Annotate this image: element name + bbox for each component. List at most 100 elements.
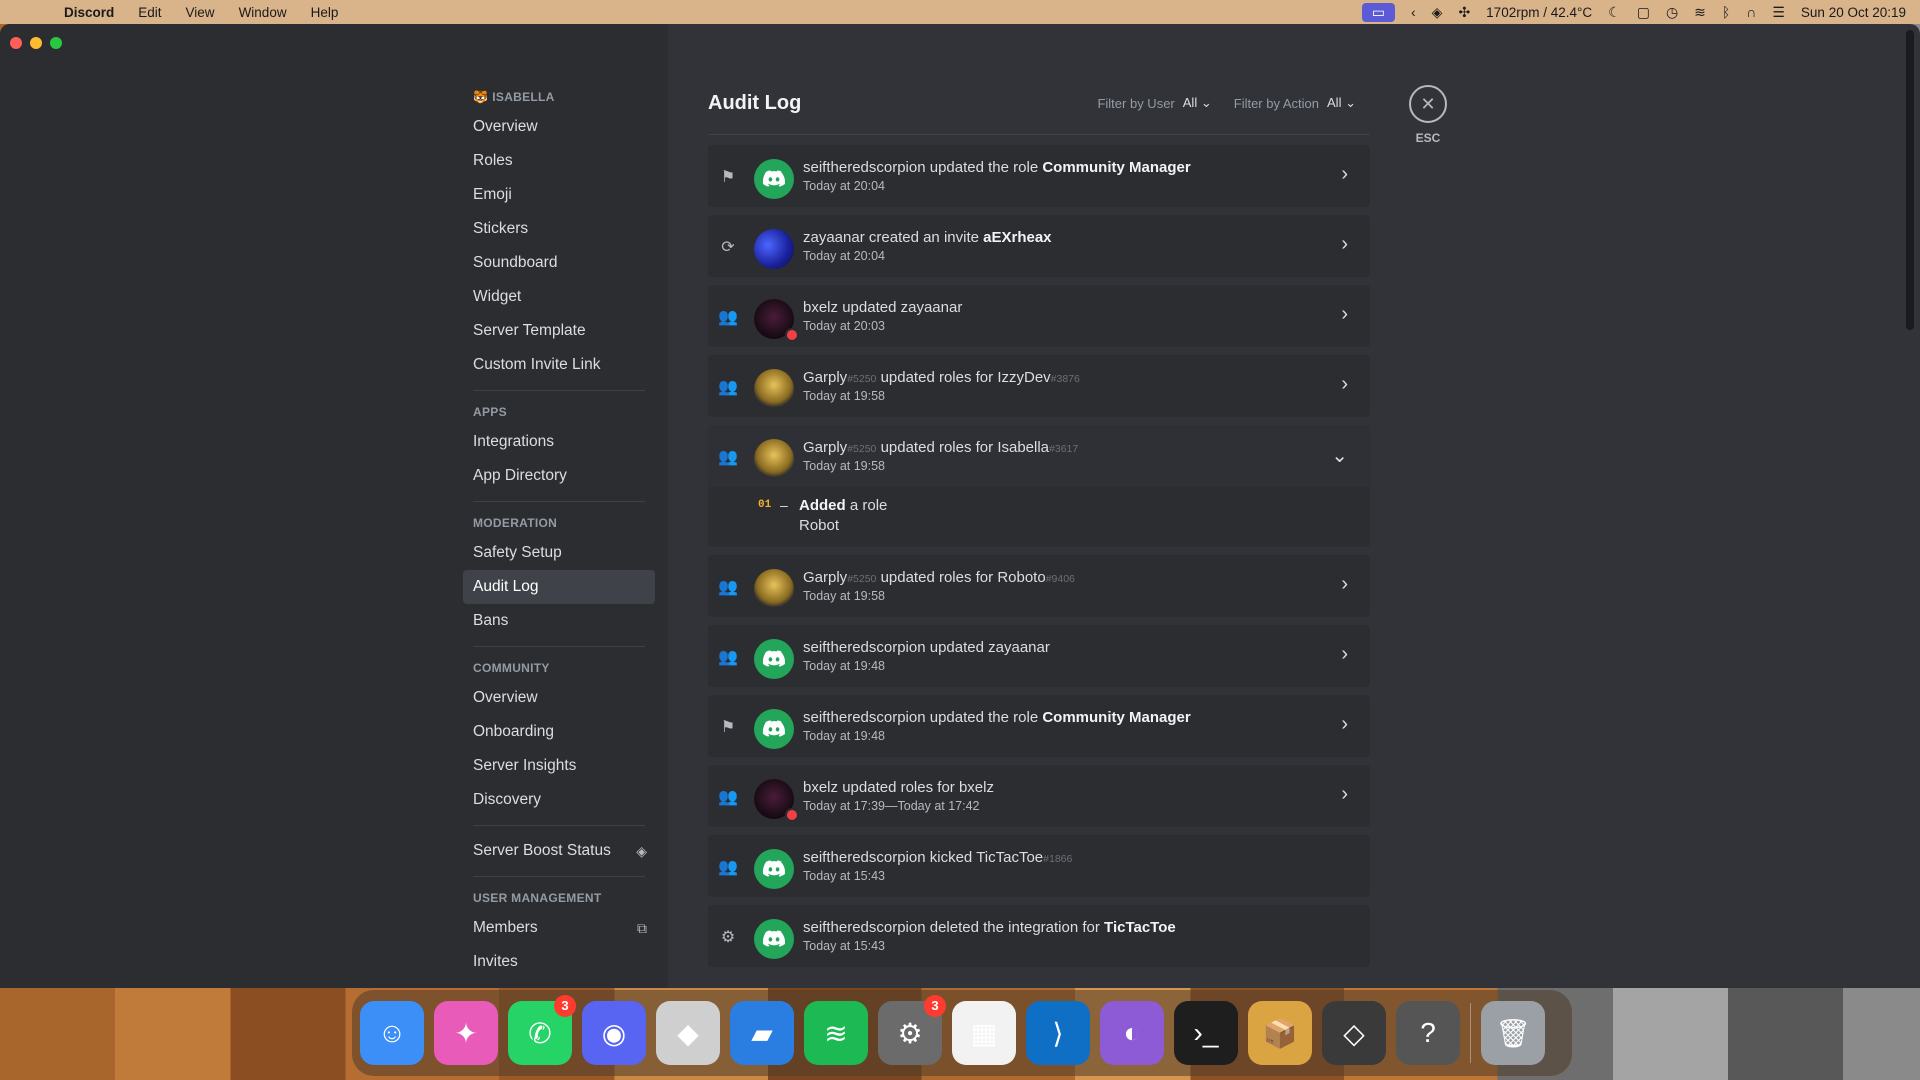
fan-status[interactable]: 1702rpm / 42.4°C bbox=[1486, 5, 1592, 20]
sidebar-item-server-boost-status[interactable]: Server Boost Status ◈ bbox=[463, 834, 655, 868]
filter-action-dropdown[interactable]: All ⌄ bbox=[1327, 95, 1356, 111]
dock-trash-icon[interactable]: 🗑 bbox=[1481, 1001, 1545, 1065]
screen-share-icon[interactable]: ▭ bbox=[1361, 2, 1395, 22]
menu-edit[interactable]: Edit bbox=[126, 5, 173, 20]
sidebar-item-soundboard[interactable]: Soundboard bbox=[463, 246, 655, 280]
esc-close[interactable]: ✕ ESC bbox=[1409, 85, 1447, 145]
sidebar-item-community-overview[interactable]: Overview bbox=[463, 681, 655, 715]
headphones-icon[interactable]: ∩ bbox=[1746, 4, 1756, 20]
dock-launchpad-icon[interactable]: ▦ bbox=[952, 1001, 1016, 1065]
sidebar-item-discovery[interactable]: Discovery bbox=[463, 783, 655, 817]
sidebar-item-custom-invite-link[interactable]: Custom Invite Link bbox=[463, 348, 655, 382]
dock-whatsapp-icon[interactable]: ✆ 3 bbox=[508, 995, 576, 1065]
dock-spotify-icon[interactable]: ≋ bbox=[804, 1001, 868, 1065]
menu-help[interactable]: Help bbox=[299, 5, 351, 20]
sidebar-item-bans[interactable]: Bans bbox=[463, 604, 655, 638]
avatar[interactable] bbox=[754, 439, 794, 479]
bluetooth-icon[interactable]: ᛒ bbox=[1722, 4, 1730, 20]
audit-log-entry[interactable]: ⚙ seiftheredscorpion deleted the integrat… bbox=[708, 905, 1370, 967]
avatar[interactable] bbox=[754, 159, 794, 199]
avatar[interactable] bbox=[754, 709, 794, 749]
control-center-icon[interactable]: ☰ bbox=[1772, 4, 1785, 21]
dock-system-settings-icon[interactable]: ⚙ 3 bbox=[878, 995, 946, 1065]
sidebar-item-audit-log[interactable]: Audit Log bbox=[463, 570, 655, 604]
entry-actor[interactable]: seiftheredscorpion bbox=[803, 849, 926, 866]
audit-log-entry[interactable]: ⚑ seiftheredscorpion updated the role Com… bbox=[708, 145, 1370, 207]
sidebar-item-server-insights[interactable]: Server Insights bbox=[463, 749, 655, 783]
sidebar-item-integrations[interactable]: Integrations bbox=[463, 425, 655, 459]
sidebar-item-roles[interactable]: Roles bbox=[463, 144, 655, 178]
entry-actor[interactable]: Garply bbox=[803, 439, 847, 456]
dock-terminal-icon[interactable]: ›_ bbox=[1174, 1001, 1238, 1065]
avatar[interactable] bbox=[754, 919, 794, 959]
sidebar-item-emoji[interactable]: Emoji bbox=[463, 178, 655, 212]
minimize-window-button[interactable] bbox=[30, 37, 42, 49]
entry-actor[interactable]: seiftheredscorpion bbox=[803, 159, 926, 176]
chevron-right-icon[interactable]: › bbox=[1341, 163, 1348, 186]
avatar[interactable] bbox=[754, 849, 794, 889]
audit-log-entry[interactable]: 👥 Garply#5250 updated roles for IzzyDev#3… bbox=[708, 355, 1370, 417]
chevron-left-icon[interactable]: ‹ bbox=[1411, 4, 1416, 20]
dock-discord-icon[interactable]: ◉ bbox=[582, 1001, 646, 1065]
sidebar-item-app-directory[interactable]: App Directory bbox=[463, 459, 655, 493]
avatar[interactable] bbox=[754, 569, 794, 609]
moon-icon[interactable]: ☾ bbox=[1608, 4, 1621, 21]
dock-installer-icon[interactable]: 📦 bbox=[1248, 1001, 1312, 1065]
audit-log-entry[interactable]: 👥 bxelz updated zayaanar Today at 20:03 › bbox=[708, 285, 1370, 347]
time-machine-icon[interactable]: ◷ bbox=[1666, 4, 1678, 21]
chevron-down-icon[interactable]: ⌄ bbox=[1331, 443, 1348, 468]
menu-view[interactable]: View bbox=[174, 5, 227, 20]
filter-user-dropdown[interactable]: All ⌄ bbox=[1183, 95, 1212, 111]
chevron-right-icon[interactable]: › bbox=[1341, 713, 1348, 736]
audit-log-entry[interactable]: ⚑ seiftheredscorpion updated the role Com… bbox=[708, 695, 1370, 757]
avatar[interactable] bbox=[754, 639, 794, 679]
entry-actor[interactable]: bxelz bbox=[803, 779, 838, 796]
clock[interactable]: Sun 20 Oct 20:19 bbox=[1801, 5, 1906, 20]
menu-app-name[interactable]: Discord bbox=[52, 5, 126, 20]
entry-actor[interactable]: Garply bbox=[803, 569, 847, 586]
audit-log-entry[interactable]: 👥 seiftheredscorpion kicked TicTacToe#186… bbox=[708, 835, 1370, 897]
scrollbar[interactable] bbox=[1906, 30, 1914, 330]
dock-finder-icon[interactable]: ☺ bbox=[360, 1001, 424, 1065]
sidebar-item-server-template[interactable]: Server Template bbox=[463, 314, 655, 348]
chevron-right-icon[interactable]: › bbox=[1341, 303, 1348, 326]
dock-unity-icon[interactable]: ◇ bbox=[1322, 1001, 1386, 1065]
audit-log-entry[interactable]: 👥 seiftheredscorpion updated zayaanar Toda… bbox=[708, 625, 1370, 687]
dock-pixelmator-icon[interactable]: ✦ bbox=[434, 1001, 498, 1065]
dock-roblox-studio-icon[interactable]: ▰ bbox=[730, 1001, 794, 1065]
entry-actor[interactable]: seiftheredscorpion bbox=[803, 709, 926, 726]
sidebar-item-onboarding[interactable]: Onboarding bbox=[463, 715, 655, 749]
dock-roblox-icon[interactable]: ◆ bbox=[656, 1001, 720, 1065]
sidebar-item-safety-setup[interactable]: Safety Setup bbox=[463, 536, 655, 570]
chevron-right-icon[interactable]: › bbox=[1341, 573, 1348, 596]
menu-window[interactable]: Window bbox=[227, 5, 299, 20]
avatar[interactable] bbox=[754, 229, 794, 269]
display-icon[interactable]: ▢ bbox=[1637, 4, 1650, 21]
audit-log-entry[interactable]: ⟳ zayaanar created an invite aEXrheax Toda… bbox=[708, 215, 1370, 277]
dock-vscode-icon[interactable]: ⟩ bbox=[1026, 1001, 1090, 1065]
close-icon[interactable]: ✕ bbox=[1409, 85, 1447, 123]
chevron-right-icon[interactable]: › bbox=[1341, 643, 1348, 666]
avatar[interactable] bbox=[754, 369, 794, 409]
entry-actor[interactable]: Garply bbox=[803, 369, 847, 386]
dock-unknown-app-icon[interactable]: ? bbox=[1396, 1001, 1460, 1065]
sidebar-item-overview[interactable]: Overview bbox=[463, 110, 655, 144]
close-window-button[interactable] bbox=[10, 37, 22, 49]
sidebar-item-members[interactable]: Members ⧉ bbox=[463, 911, 655, 945]
chevron-right-icon[interactable]: › bbox=[1341, 233, 1348, 256]
entry-actor[interactable]: zayaanar bbox=[803, 229, 865, 246]
sidebar-item-stickers[interactable]: Stickers bbox=[463, 212, 655, 246]
entry-actor[interactable]: seiftheredscorpion bbox=[803, 919, 926, 936]
sidebar-item-invites[interactable]: Invites bbox=[463, 945, 655, 979]
dock-github-desktop-icon[interactable]: ◐ bbox=[1100, 1001, 1164, 1065]
layers-icon[interactable]: ◈ bbox=[1432, 4, 1443, 21]
sidebar-item-widget[interactable]: Widget bbox=[463, 280, 655, 314]
entry-actor[interactable]: bxelz bbox=[803, 299, 838, 316]
zoom-window-button[interactable] bbox=[50, 37, 62, 49]
audit-log-entry[interactable]: 👥 Garply#5250 updated roles for Isabella#… bbox=[708, 425, 1370, 487]
chevron-right-icon[interactable]: › bbox=[1341, 373, 1348, 396]
fan-icon[interactable]: ✣ bbox=[1458, 4, 1470, 21]
entry-actor[interactable]: seiftheredscorpion bbox=[803, 639, 926, 656]
audit-log-entry[interactable]: 👥 Garply#5250 updated roles for Roboto#94… bbox=[708, 555, 1370, 617]
wifi-icon[interactable]: ≋ bbox=[1694, 4, 1706, 21]
